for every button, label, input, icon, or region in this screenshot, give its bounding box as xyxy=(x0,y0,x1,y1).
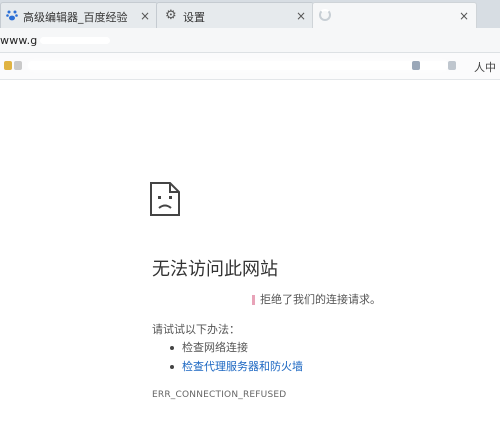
redaction-mark xyxy=(40,37,110,44)
close-icon[interactable]: × xyxy=(140,9,150,23)
loading-spinner-icon xyxy=(319,9,331,21)
bookmark-icon[interactable] xyxy=(412,61,420,70)
sad-page-icon xyxy=(150,182,180,216)
suggestion-check-network: 检查网络连接 xyxy=(182,341,248,354)
suggestions-heading: 请试试以下办法： xyxy=(152,323,240,336)
tab-strip: 高级编辑器_百度经验 × ⚙ 设置 × × xyxy=(0,0,500,28)
close-icon[interactable]: × xyxy=(296,9,306,23)
bookmark-icon[interactable] xyxy=(4,61,12,70)
redaction-mark xyxy=(152,296,248,304)
bookmark-icon[interactable] xyxy=(448,61,456,70)
error-code: ERR_CONNECTION_REFUSED xyxy=(152,390,287,400)
bookmark-label[interactable]: 人中 xyxy=(474,59,496,75)
close-icon[interactable]: × xyxy=(459,9,469,23)
error-description: 拒绝了我们的连接请求。 xyxy=(152,291,482,307)
redaction-mark xyxy=(251,295,255,305)
tab-label: 高级编辑器_百度经验 xyxy=(23,11,128,24)
page-title: 无法访问此网站 xyxy=(152,259,278,280)
list-item: 检查网络连接 xyxy=(168,338,303,357)
suggestions-list: 检查网络连接 检查代理服务器和防火墙 xyxy=(168,338,303,376)
list-item: 检查代理服务器和防火墙 xyxy=(168,357,303,376)
error-description-text: 拒绝了我们的连接请求。 xyxy=(260,293,381,306)
tab-label: 设置 xyxy=(183,11,205,24)
tab-active-loading[interactable]: × xyxy=(312,2,477,28)
redaction-mark xyxy=(28,61,448,70)
url-text[interactable]: www.g xyxy=(0,34,37,47)
tab-settings[interactable]: ⚙ 设置 × xyxy=(156,2,314,28)
tab-baidu-editor[interactable]: 高级编辑器_百度经验 × xyxy=(0,2,158,28)
bookmarks-bar: 人中 xyxy=(0,53,500,80)
gear-icon: ⚙ xyxy=(165,8,177,23)
suggestion-check-proxy-link[interactable]: 检查代理服务器和防火墙 xyxy=(182,360,303,373)
baidu-paw-icon xyxy=(6,10,18,21)
address-bar: www.g xyxy=(0,28,500,53)
bookmark-icon[interactable] xyxy=(14,61,22,70)
